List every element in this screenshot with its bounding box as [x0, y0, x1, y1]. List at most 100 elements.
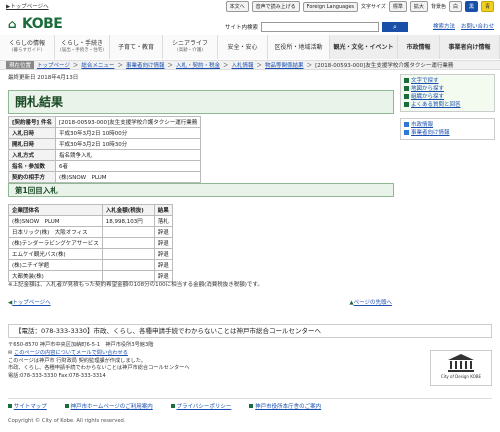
top-utility-controls: 本文へ 音声で読み上げる Foreign Languages 文字サイズ 標準 … — [225, 1, 494, 12]
bg-blue-button[interactable]: 青 — [480, 1, 494, 12]
table-row: (株)ニチイ学館 辞退 — [8, 259, 173, 271]
table-header-row: 企業団体名 入札金額(税抜) 結果 — [8, 204, 173, 216]
nav-item-tourism[interactable]: 観光・文化・イベント — [330, 35, 398, 59]
contact-link[interactable]: お問い合わせ — [461, 22, 494, 30]
bg-black-button[interactable]: 黒 — [464, 1, 478, 12]
back-to-top-link[interactable]: ▶トップページへ — [6, 2, 49, 10]
round-heading: 第1回目入札 — [8, 183, 394, 197]
unesco-city-of-design-logo: City of Design KOBE — [430, 350, 492, 386]
column-header: 入札金額(税抜) — [101, 204, 155, 216]
global-navigation: くらしの情報 (暮らすガイド) くらし・手続き (届出・手続き・住宅) 子育て・教育… — [0, 35, 500, 59]
nav-item-living-info[interactable]: くらしの情報 (暮らすガイド) — [0, 35, 55, 59]
font-standard-button[interactable]: 標準 — [388, 1, 407, 12]
price-note: ※上記金額は、入札者が見積もった契約希望金額の108分の100に相当する金額(消… — [8, 282, 263, 288]
phone-line: 電話:078-333-3330 Fax:078-333-3314 — [8, 373, 106, 380]
sidebar: 文字で探す 地図から探す 組織から探す よくある質問と回答 市政情報 事業者向け… — [400, 74, 495, 146]
nav-item-business[interactable]: 事業者向け情報 — [440, 35, 500, 59]
nav-item-senior[interactable]: シニアライフ (高齢・介護) — [163, 35, 218, 59]
breadcrumb-item[interactable]: 事業者向け情報 — [126, 61, 165, 69]
row-header: 指名・参加数 — [8, 160, 56, 172]
row-value: 平成30年3月2日 10時00分 — [54, 127, 202, 139]
table-row: (株)テンダーラビングケアサービス 辞退 — [8, 237, 173, 249]
breadcrumb-item[interactable]: 入札情報 — [232, 61, 254, 69]
bullet-icon — [404, 86, 409, 91]
unesco-temple-icon — [448, 354, 474, 372]
breadcrumb-item[interactable]: 入札・契約・税金 — [176, 61, 220, 69]
row-header: 開札日時 — [8, 138, 56, 150]
breadcrumb-item[interactable]: 物品等関係結果 — [265, 61, 304, 69]
seal-caption: City of Design KOBE — [440, 374, 482, 379]
row-header: 契約の相手方 — [8, 171, 56, 183]
bid-results-table: 企業団体名 入札金額(税抜) 結果 (株)SNOW PLUM 18,998,103… — [8, 204, 173, 282]
bullet-icon — [64, 404, 69, 408]
site-search: サイト内検索 ⌕ — [225, 22, 409, 32]
kobe-logo[interactable]: ⌂ KOBE — [8, 16, 63, 32]
category-links-box: 市政情報 事業者向け情報 — [400, 118, 495, 140]
font-size-label: 文字サイズ — [361, 4, 386, 10]
row-value: 6者 — [54, 160, 202, 172]
bg-white-button[interactable]: 白 — [448, 1, 462, 12]
last-updated: 最終更新日 2018年4月13日 — [8, 75, 79, 81]
footer-link-privacy[interactable]: プライバシーポリシー — [170, 402, 231, 410]
kobe-emblem-icon: ⌂ — [8, 17, 17, 31]
bg-color-label: 背景色 — [430, 4, 446, 10]
table-row: 指名・参加数 6者 — [8, 160, 202, 172]
bullet-icon — [404, 94, 409, 99]
skip-to-content-button[interactable]: 本文へ — [225, 1, 249, 12]
column-header: 企業団体名 — [8, 204, 103, 216]
footer-address: 〒650-8570 神戸市中央区加納町6-5-1 神戸市役所3号館3階 ✉ この… — [8, 342, 408, 381]
sidebar-item-text-search[interactable]: 文字で探す — [404, 77, 491, 85]
search-help-link[interactable]: 検索方法 — [433, 22, 455, 30]
row-value: 指名競争入札 — [54, 149, 202, 161]
footer-link-cityhall[interactable]: 神戸市役所本庁舎のご案内 — [249, 402, 321, 410]
footer-link-sitemap[interactable]: サイトマップ — [8, 402, 47, 410]
nav-item-city-info[interactable]: 市政情報 — [398, 35, 440, 59]
table-row: (株)SNOW PLUM 18,998,103円 落札 — [8, 215, 173, 227]
mail-inquiry-link[interactable]: このページの内容についてメールで問い合わせる — [14, 350, 128, 356]
breadcrumb-current: [2018-00593-000]友生支援学校介護タクシー運行業務 — [315, 63, 454, 69]
bullet-icon — [8, 404, 12, 408]
breadcrumb-item[interactable]: トップページ — [37, 61, 70, 69]
table-row: 開札日時 平成30年3月2日 10時30分 — [8, 138, 202, 150]
foreign-languages-button[interactable]: Foreign Languages — [302, 1, 359, 12]
page-title: 開札結果 — [8, 90, 394, 114]
search-methods-box: 文字で探す 地図から探す 組織から探す よくある質問と回答 — [400, 74, 495, 112]
table-row: 契約の相手方 (株)SNOW PLUM — [8, 171, 202, 183]
nav-item-childcare[interactable]: 子育て・教育 — [110, 35, 163, 59]
table-row: [契約番号] 件名 [2018-00593-000]友生支援学校介護タクシー運行業… — [8, 116, 202, 128]
contract-info-table: [契約番号] 件名 [2018-00593-000]友生支援学校介護タクシー運行業… — [8, 116, 202, 183]
page-top-link[interactable]: ページの先頭へ — [354, 300, 392, 306]
address-line: 〒650-8570 神戸市中央区加納町6-5-1 神戸市役所3号館3階 — [8, 342, 154, 348]
sidebar-item-map-search[interactable]: 地図から探す — [404, 85, 491, 93]
search-label: サイト内検索 — [225, 25, 259, 31]
table-row: 入札日時 平成30年3月2日 10時00分 — [8, 127, 202, 139]
bullet-icon — [404, 102, 409, 107]
table-row: エムケイ観光バス(株) 辞退 — [8, 248, 173, 260]
breadcrumb: 現在位置 トップページ＞ 総合メニュー＞ 事業者向け情報＞ 入札・契約・税金＞ … — [6, 61, 453, 69]
column-header: 結果 — [153, 204, 173, 216]
nav-item-ward-office[interactable]: 区役所・地域活動 — [268, 35, 330, 59]
sidebar-item-org-search[interactable]: 組織から探す — [404, 93, 491, 101]
call-center-banner: 【電話：078-333-3330】市政、くらし、各種申請手続でわからないことは神… — [8, 324, 492, 338]
nav-item-safety[interactable]: 安全・安心 — [218, 35, 268, 59]
sidebar-item-business[interactable]: 事業者向け情報 — [404, 129, 491, 137]
logo-text: KOBE — [22, 16, 63, 32]
search-input[interactable] — [261, 22, 380, 32]
breadcrumb-item[interactable]: 総合メニュー — [81, 61, 114, 69]
sidebar-item-city-info[interactable]: 市政情報 — [404, 121, 491, 129]
copyright: Copyright © City of Kobe. All rights res… — [8, 418, 126, 424]
row-header: 入札日時 — [8, 127, 56, 139]
footer-link-usage[interactable]: 神戸市ホームページのご利用案内 — [64, 402, 153, 410]
bullet-icon — [404, 78, 409, 83]
nav-item-procedures[interactable]: くらし・手続き (届出・手続き・住宅) — [55, 35, 110, 59]
page-navigation-links: ◀トップページへ ▲ページの先頭へ — [8, 298, 392, 306]
row-header: [契約番号] 件名 — [8, 116, 56, 128]
back-to-top-page-link[interactable]: トップページへ — [12, 300, 50, 306]
search-icon[interactable]: ⌕ — [382, 22, 409, 32]
row-header: 入札方式 — [8, 149, 56, 161]
font-large-button[interactable]: 拡大 — [409, 1, 428, 12]
row-value: 平成30年3月2日 10時30分 — [54, 138, 202, 150]
current-location-tag: 現在位置 — [6, 61, 35, 69]
read-aloud-button[interactable]: 音声で読み上げる — [251, 1, 300, 12]
sidebar-item-faq[interactable]: よくある質問と回答 — [404, 101, 491, 109]
